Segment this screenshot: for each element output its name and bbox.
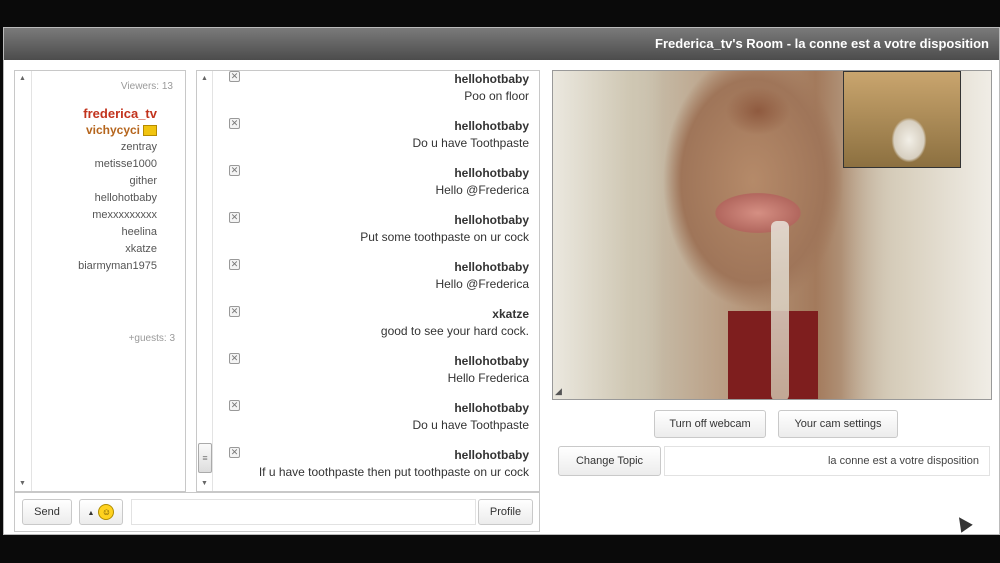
cam-settings-button[interactable]: Your cam settings (778, 410, 898, 438)
delete-message-icon[interactable]: ✕ (229, 71, 240, 82)
chat-message: ✕ hellohotbaby Put some toothpaste on ur… (229, 211, 529, 255)
chat-scroll-thumb[interactable]: ≡ (198, 443, 212, 473)
change-topic-button[interactable]: Change Topic (558, 446, 661, 476)
user-item[interactable]: biarmyman1975 (78, 258, 157, 275)
user-list: frederica_tv vichycyci zentray metisse10… (78, 105, 157, 275)
delete-message-icon[interactable]: ✕ (229, 306, 240, 317)
profile-button[interactable]: Profile (478, 499, 533, 525)
message-username[interactable]: hellohotbaby (454, 72, 529, 86)
delete-message-icon[interactable]: ✕ (229, 400, 240, 411)
message-text: Put some toothpaste on ur cock (360, 230, 529, 244)
delete-message-icon[interactable]: ✕ (229, 165, 240, 176)
message-username[interactable]: xkatze (492, 307, 529, 321)
delete-message-icon[interactable]: ✕ (229, 118, 240, 129)
chat-scroll-up-icon[interactable]: ▲ (201, 75, 208, 82)
message-text: good to see your hard cock. (380, 324, 529, 338)
delete-message-icon[interactable]: ✕ (229, 212, 240, 223)
resize-grip-icon[interactable]: ◢ (555, 386, 562, 397)
message-text: Hello Frederica (447, 371, 529, 385)
emoticon-button[interactable]: ▲ ☺ (79, 499, 123, 525)
message-text: Hello @Frederica (435, 183, 529, 197)
user-item[interactable]: xkatze (78, 241, 157, 258)
smiley-icon: ☺ (98, 504, 115, 521)
delete-message-icon[interactable]: ✕ (229, 353, 240, 364)
user-item[interactable]: hellohotbaby (78, 190, 157, 207)
message-username[interactable]: hellohotbaby (454, 119, 529, 133)
mouse-cursor-icon (953, 513, 973, 533)
user-moderator[interactable]: vichycyci (78, 122, 157, 139)
caret-up-icon: ▲ (87, 510, 95, 517)
chat-message: ✕ hellohotbaby Hello Frederica (229, 352, 529, 396)
chat-message: ✕ hellohotbaby Poo on floor (229, 71, 529, 114)
chat-input-bar: Send ▲ ☺ Profile (14, 492, 540, 532)
message-text: If u have toothpaste then put toothpaste… (258, 465, 529, 479)
guests-count: +guests: 3 (128, 333, 175, 344)
topic-input[interactable]: la conne est a votre disposition (664, 446, 990, 476)
message-username[interactable]: hellohotbaby (454, 260, 529, 274)
webcam-video[interactable]: ◢ (552, 70, 992, 400)
user-item[interactable]: metisse1000 (78, 156, 157, 173)
room-title: Frederica_tv's Room - la conne est a vot… (4, 28, 999, 60)
message-username[interactable]: hellohotbaby (454, 213, 529, 227)
self-preview-video (843, 71, 961, 168)
user-item[interactable]: gither (78, 173, 157, 190)
chat-message: ✕ hellohotbaby Hello @Frederica (229, 258, 529, 302)
delete-message-icon[interactable]: ✕ (229, 447, 240, 458)
chat-message-input[interactable] (131, 499, 476, 525)
chat-messages-panel: ▲ ≡ ▼ ✕ hellohotbaby Poo on floor ✕ hell… (196, 70, 540, 492)
chat-message: ✕ hellohotbaby If u have toothpaste then… (229, 446, 529, 490)
users-panel[interactable]: ▲ ▼ Viewers: 13 frederica_tv vichycyci z… (14, 70, 186, 492)
message-username[interactable]: hellohotbaby (454, 166, 529, 180)
user-item[interactable]: zentray (78, 139, 157, 156)
chat-message: ✕ hellohotbaby Hello @Frederica (229, 164, 529, 208)
message-text: Poo on floor (464, 89, 529, 103)
chat-room-window: Frederica_tv's Room - la conne est a vot… (3, 27, 1000, 535)
send-button[interactable]: Send (22, 499, 72, 525)
user-owner[interactable]: frederica_tv (78, 105, 157, 122)
chat-message: ✕ hellohotbaby Do u have Toothpaste (229, 117, 529, 161)
message-text: Do u have Toothpaste (412, 136, 529, 150)
user-item[interactable]: mexxxxxxxxx (78, 207, 157, 224)
delete-message-icon[interactable]: ✕ (229, 259, 240, 270)
turn-off-webcam-button[interactable]: Turn off webcam (654, 410, 766, 438)
message-username[interactable]: hellohotbaby (454, 401, 529, 415)
message-username[interactable]: hellohotbaby (454, 448, 529, 462)
user-item[interactable]: heelina (78, 224, 157, 241)
message-username[interactable]: hellohotbaby (454, 354, 529, 368)
users-scrollbar[interactable] (31, 71, 32, 491)
users-scroll-up-icon[interactable]: ▲ (19, 75, 26, 82)
chat-message: ✕ hellohotbaby Do u have Toothpaste (229, 399, 529, 443)
message-text: Do u have Toothpaste (412, 418, 529, 432)
video-content (771, 221, 789, 399)
video-content (553, 71, 663, 399)
viewers-count: Viewers: 13 (120, 81, 173, 92)
users-scroll-down-icon[interactable]: ▼ (19, 480, 26, 487)
user-moderator-label: vichycyci (85, 123, 140, 137)
chat-scroll-down-icon[interactable]: ▼ (201, 480, 208, 487)
message-text: Hello @Frederica (435, 277, 529, 291)
moderator-badge-icon (143, 125, 157, 137)
chat-message: ✕ xkatze good to see your hard cock. (229, 305, 529, 349)
chat-scrollbar[interactable]: ▲ ≡ ▼ (197, 71, 213, 491)
